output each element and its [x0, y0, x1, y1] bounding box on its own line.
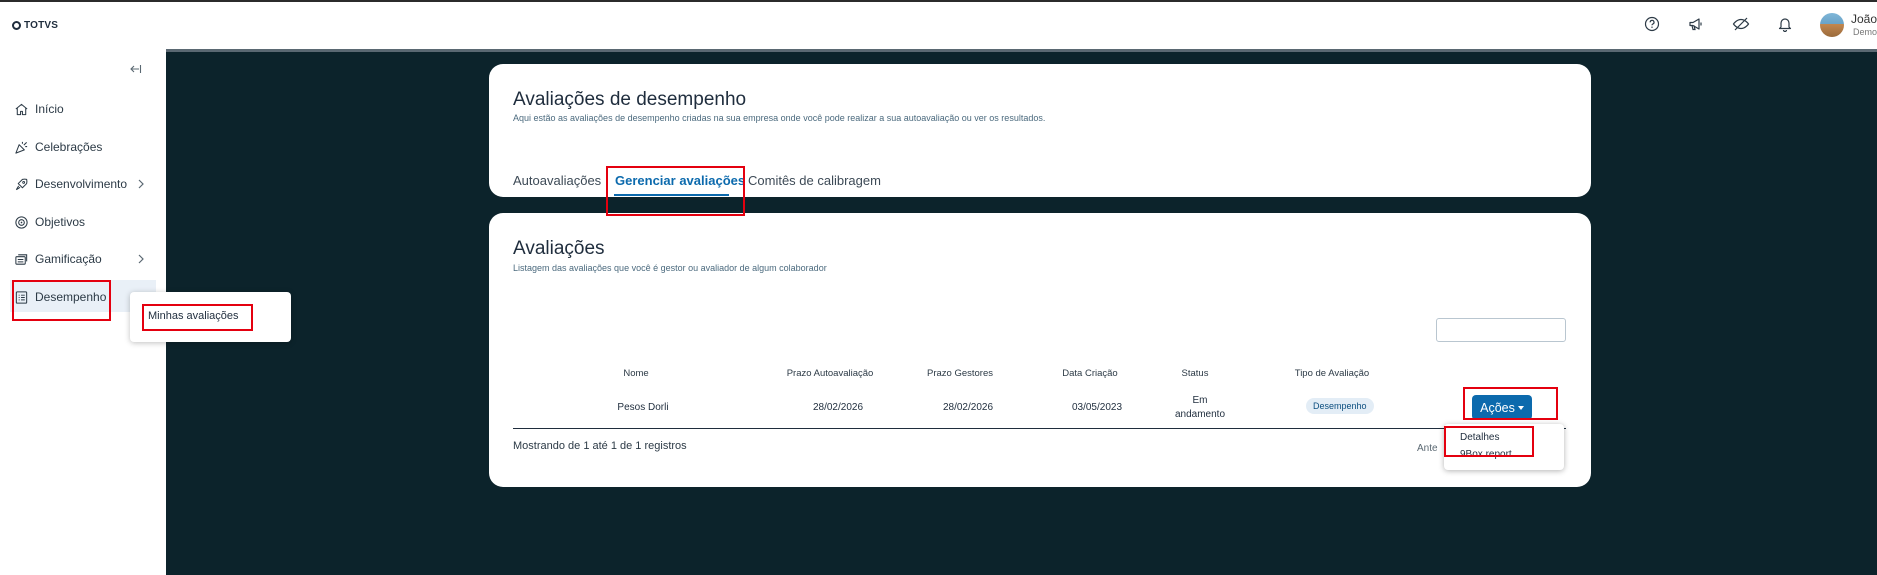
search-input[interactable]: [1436, 318, 1566, 342]
column-header-status[interactable]: Status: [1165, 368, 1225, 379]
user-name[interactable]: João: [1851, 13, 1877, 25]
desempenho-flyout-menu: Minhas avaliações: [130, 292, 291, 342]
column-header-tipo-de-avaliacao[interactable]: Tipo de Avaliação: [1272, 368, 1392, 379]
chevron-right-icon[interactable]: [137, 179, 145, 189]
tab-comites-de-calibragem[interactable]: Comitês de calibragem: [748, 173, 881, 188]
user-subtitle: Demo: [1853, 27, 1877, 37]
sidebar-item-gamificacao[interactable]: Gamificação: [14, 249, 102, 269]
cell-data-criacao: 03/05/2023: [1071, 402, 1123, 413]
sidebar-item-desempenho[interactable]: Desempenho: [14, 287, 106, 307]
menu-item-detalhes[interactable]: Detalhes: [1460, 432, 1499, 443]
cards-icon: [15, 253, 28, 265]
sidebar-item-celebracoes[interactable]: Celebrações: [14, 137, 102, 157]
cell-prazo-gestores: 28/02/2026: [942, 402, 994, 413]
home-icon: [15, 103, 28, 115]
help-icon[interactable]: [1642, 14, 1662, 34]
sidebar-item-label: Desenvolvimento: [35, 177, 128, 191]
top-bar: TOTVS: [0, 2, 1877, 49]
eye-off-icon[interactable]: [1731, 14, 1751, 34]
active-tab-indicator: [614, 194, 729, 196]
page-subtitle: Aqui estão as avaliações de desempenho c…: [513, 113, 1046, 123]
tab-autoavaliacoes[interactable]: Autoavaliações: [513, 173, 601, 188]
user-avatar[interactable]: [1820, 13, 1844, 37]
megaphone-icon[interactable]: [1686, 14, 1706, 34]
chevron-right-icon[interactable]: [137, 254, 145, 264]
sidebar-item-label: Gamificação: [35, 252, 102, 266]
table-records-info: Mostrando de 1 até 1 de 1 registros: [513, 440, 687, 452]
sidebar-item-label: Desempenho: [35, 290, 107, 304]
acoes-dropdown-menu: Detalhes 9Box report: [1444, 424, 1564, 470]
party-popper-icon: [15, 141, 28, 154]
sidebar-item-label: Objetivos: [35, 215, 86, 229]
clipboard-list-icon: [15, 290, 28, 304]
sidebar-item-objetivos[interactable]: Objetivos: [14, 212, 85, 232]
acoes-button[interactable]: Ações: [1472, 395, 1532, 420]
flyout-item-minhas-avaliacoes[interactable]: Minhas avaliações: [148, 310, 239, 322]
logo-text: TOTVS: [24, 20, 59, 31]
evaluations-subtitle: Listagem das avaliações que você é gesto…: [513, 263, 827, 273]
column-header-data-criacao[interactable]: Data Criação: [1040, 368, 1140, 379]
column-header-prazo-gestores[interactable]: Prazo Gestores: [910, 368, 1010, 379]
acoes-button-label: Ações: [1480, 400, 1515, 415]
cell-status-line1: Em: [1192, 395, 1208, 406]
evaluation-type-badge: Desempenho: [1306, 398, 1374, 414]
evaluations-title: Avaliações: [513, 238, 605, 259]
cell-prazo-autoavaliacao: 28/02/2026: [812, 402, 864, 413]
target-icon: [15, 215, 28, 229]
sidebar-item-label: Celebrações: [35, 140, 103, 154]
column-header-prazo-autoavaliacao[interactable]: Prazo Autoavaliação: [770, 368, 890, 379]
sidebar-item-label: Início: [35, 102, 64, 116]
column-header-nome[interactable]: Nome: [600, 368, 672, 379]
page-title: Avaliações de desempenho: [513, 89, 747, 110]
collapse-sidebar-icon[interactable]: [128, 62, 142, 76]
sidebar-item-desenvolvimento[interactable]: Desenvolvimento: [14, 174, 127, 194]
caret-down-icon: [1517, 405, 1524, 410]
cell-status-line2: andamento: [1174, 409, 1226, 420]
rocket-icon: [15, 178, 28, 190]
totvs-logo[interactable]: TOTVS: [12, 20, 58, 31]
bell-icon[interactable]: [1775, 14, 1795, 34]
sidebar-item-inicio[interactable]: Início: [14, 99, 64, 119]
cell-nome: Pesos Dorli: [617, 402, 669, 413]
table-bottom-border: [513, 428, 1566, 429]
pagination-previous[interactable]: Ante: [1417, 443, 1438, 454]
tab-gerenciar-avaliacoes[interactable]: Gerenciar avaliações: [615, 173, 745, 188]
menu-item-9box-report[interactable]: 9Box report: [1460, 449, 1512, 460]
totvs-logo-mark-icon: [12, 21, 21, 30]
